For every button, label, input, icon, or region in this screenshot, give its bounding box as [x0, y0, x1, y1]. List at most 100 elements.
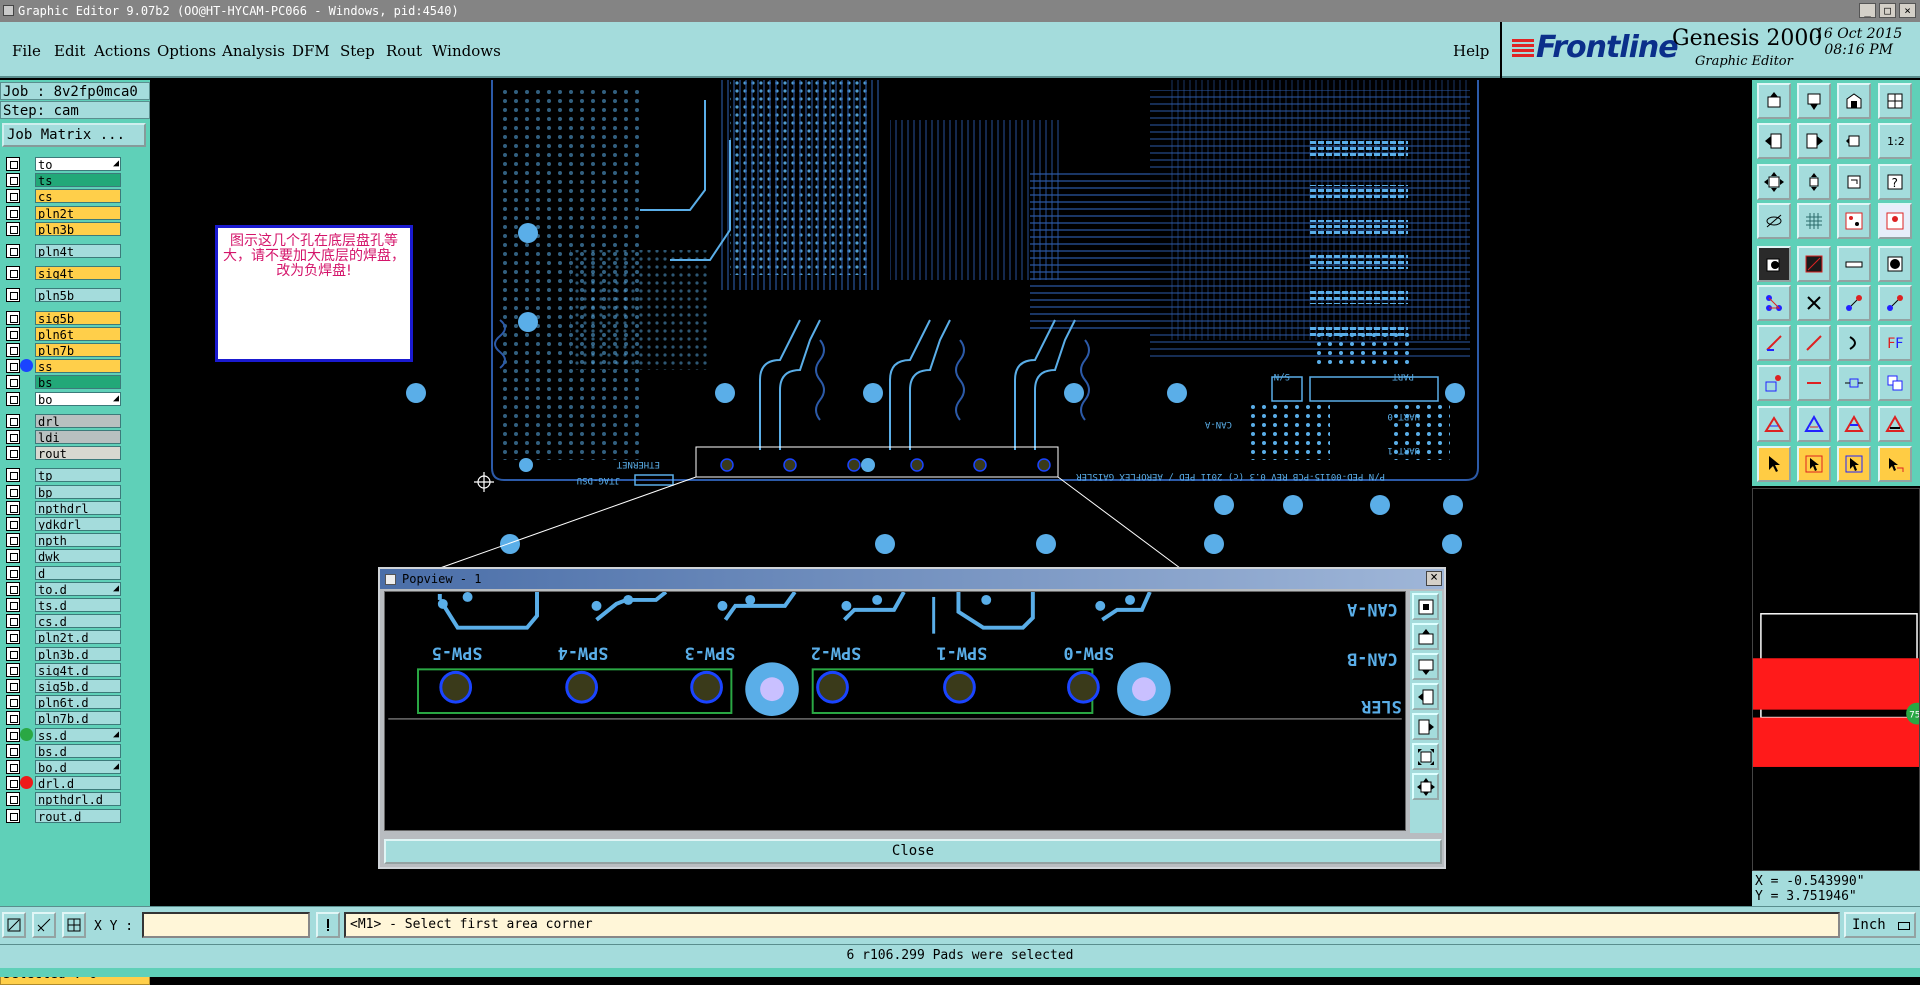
layer-name[interactable]: bs: [35, 375, 121, 390]
layer-name[interactable]: pln3b.d: [35, 646, 121, 661]
layer-name[interactable]: drl.d: [35, 776, 121, 791]
layer-name[interactable]: d: [35, 565, 121, 580]
menu-analysis[interactable]: Analysis: [222, 42, 285, 60]
fit-icon[interactable]: [1757, 164, 1791, 200]
popview-close-button[interactable]: Close: [384, 839, 1442, 864]
layer-checkbox[interactable]: [6, 173, 20, 188]
pan-right-icon[interactable]: [1797, 123, 1831, 159]
layer-name[interactable]: rout.d: [35, 808, 121, 823]
layer-name[interactable]: pln4t: [35, 244, 121, 258]
layer-checkbox[interactable]: [6, 808, 20, 823]
layer-checkbox[interactable]: [6, 266, 20, 281]
pv-pan-right-icon[interactable]: [1412, 713, 1439, 740]
menu-windows[interactable]: Windows: [432, 42, 501, 60]
menu-step[interactable]: Step: [340, 42, 375, 60]
snap-icon[interactable]: [1837, 203, 1871, 239]
menu-edit[interactable]: Edit: [54, 42, 85, 60]
layer-name[interactable]: cs.d: [35, 614, 121, 629]
pv-zoom-out-icon[interactable]: [1412, 653, 1439, 680]
job-matrix-button[interactable]: Job Matrix ...: [2, 123, 146, 147]
layer-name[interactable]: pln7b.d: [35, 711, 121, 726]
cursor-d-icon[interactable]: [1878, 446, 1912, 482]
layer-checkbox[interactable]: [6, 468, 20, 483]
layer-name[interactable]: sig4t.d: [35, 662, 121, 677]
layer-checkbox[interactable]: [6, 430, 20, 444]
layer-checkbox[interactable]: [6, 446, 20, 461]
layer-name[interactable]: pln5b: [35, 288, 121, 303]
layer-name[interactable]: to ◢: [35, 157, 121, 171]
menu-file[interactable]: File: [12, 42, 41, 60]
connect-icon[interactable]: [1757, 285, 1791, 321]
pv-zoom-in-icon[interactable]: [1412, 623, 1439, 650]
layer-row-to-d[interactable]: to.d ◢: [2, 581, 122, 597]
arrow-icon[interactable]: [1837, 285, 1871, 321]
layer-checkbox[interactable]: [6, 776, 20, 791]
center-icon[interactable]: [1797, 164, 1831, 200]
feature-b-icon[interactable]: [1837, 406, 1871, 442]
layer-name[interactable]: cs: [35, 189, 121, 204]
layer-checkbox[interactable]: [6, 517, 20, 531]
zoom-area-icon[interactable]: [1837, 123, 1871, 159]
feature-c-icon[interactable]: [1878, 406, 1912, 442]
layer-checkbox[interactable]: [6, 205, 20, 220]
layer-row-pln5b[interactable]: pln5b: [2, 287, 122, 303]
layer-name[interactable]: sig5b.d: [35, 679, 121, 693]
layer-name[interactable]: ydkdrl: [35, 517, 121, 531]
pv-fit-icon[interactable]: [1412, 593, 1439, 620]
layer-checkbox[interactable]: [6, 310, 20, 325]
layer-name[interactable]: ss.d ◢: [35, 727, 121, 742]
layer-name[interactable]: pln7b: [35, 343, 121, 357]
layer-checkbox[interactable]: [6, 189, 20, 204]
layer-row-sig4t-d[interactable]: sig4t.d: [2, 662, 122, 678]
cursor-icon[interactable]: [1757, 446, 1791, 482]
layer-checkbox[interactable]: [6, 792, 20, 807]
resize-icon[interactable]: [1837, 365, 1871, 401]
layer-name[interactable]: rout: [35, 446, 121, 461]
layer-row-cs[interactable]: cs: [2, 188, 122, 204]
layer-checkbox[interactable]: [6, 157, 20, 171]
layer-row-drl[interactable]: drl: [2, 413, 122, 429]
layer-name[interactable]: pln6t.d: [35, 695, 121, 710]
layer-row-ydkdrl[interactable]: ydkdrl: [2, 516, 122, 532]
line-icon[interactable]: [1757, 325, 1791, 361]
add-icon[interactable]: [1878, 285, 1912, 321]
layer-checkbox[interactable]: [6, 375, 20, 390]
layer-name[interactable]: ldi: [35, 430, 121, 444]
status-alert-icon[interactable]: [316, 912, 340, 938]
layer-checkbox[interactable]: [6, 244, 20, 258]
grid-icon[interactable]: [1797, 203, 1831, 239]
layer-row-pln4t[interactable]: pln4t: [2, 243, 122, 259]
layer-checkbox[interactable]: [6, 598, 20, 612]
layer-row-bs-d[interactable]: bs.d: [2, 743, 122, 759]
layer-checkbox[interactable]: [6, 326, 20, 341]
layer-row-drl-d[interactable]: drl.d: [2, 775, 122, 791]
triangle-icon[interactable]: [1757, 406, 1791, 442]
feature-a-icon[interactable]: [1797, 406, 1831, 442]
overview-panel[interactable]: 75: [1752, 488, 1920, 871]
layer-checkbox[interactable]: [6, 391, 20, 406]
layer-row-to[interactable]: to ◢: [2, 156, 122, 172]
pv-expand-icon[interactable]: [1412, 743, 1439, 770]
menu-actions[interactable]: Actions: [94, 42, 150, 60]
layer-menu-arrow-icon[interactable]: ◢: [113, 761, 119, 773]
text-icon[interactable]: FF: [1878, 325, 1912, 361]
layer-name[interactable]: to.d ◢: [35, 581, 121, 596]
layer-checkbox[interactable]: [6, 565, 20, 580]
layer-row-pln7b-d[interactable]: pln7b.d: [2, 710, 122, 726]
cursor-c-icon[interactable]: [1837, 446, 1871, 482]
layer-row-ldi[interactable]: ldi: [2, 429, 122, 445]
layer-row-bs[interactable]: bs: [2, 374, 122, 390]
layer-checkbox[interactable]: [6, 711, 20, 726]
line-red-icon[interactable]: [1797, 325, 1831, 361]
layer-row-npth[interactable]: npth: [2, 532, 122, 548]
layer-name[interactable]: npth: [35, 533, 121, 548]
layer-name[interactable]: bo ◢: [35, 391, 121, 406]
zoom-layer-icon[interactable]: [1878, 83, 1912, 119]
help-icon[interactable]: ?: [1878, 164, 1912, 200]
layer-name[interactable]: bp: [35, 484, 121, 499]
layer-row-sig5b-d[interactable]: sig5b.d: [2, 678, 122, 694]
layer-name[interactable]: drl: [35, 413, 121, 428]
layer-row-ts[interactable]: ts: [2, 172, 122, 188]
menu-help[interactable]: Help: [1453, 42, 1489, 60]
layer-name[interactable]: ss: [35, 359, 121, 374]
